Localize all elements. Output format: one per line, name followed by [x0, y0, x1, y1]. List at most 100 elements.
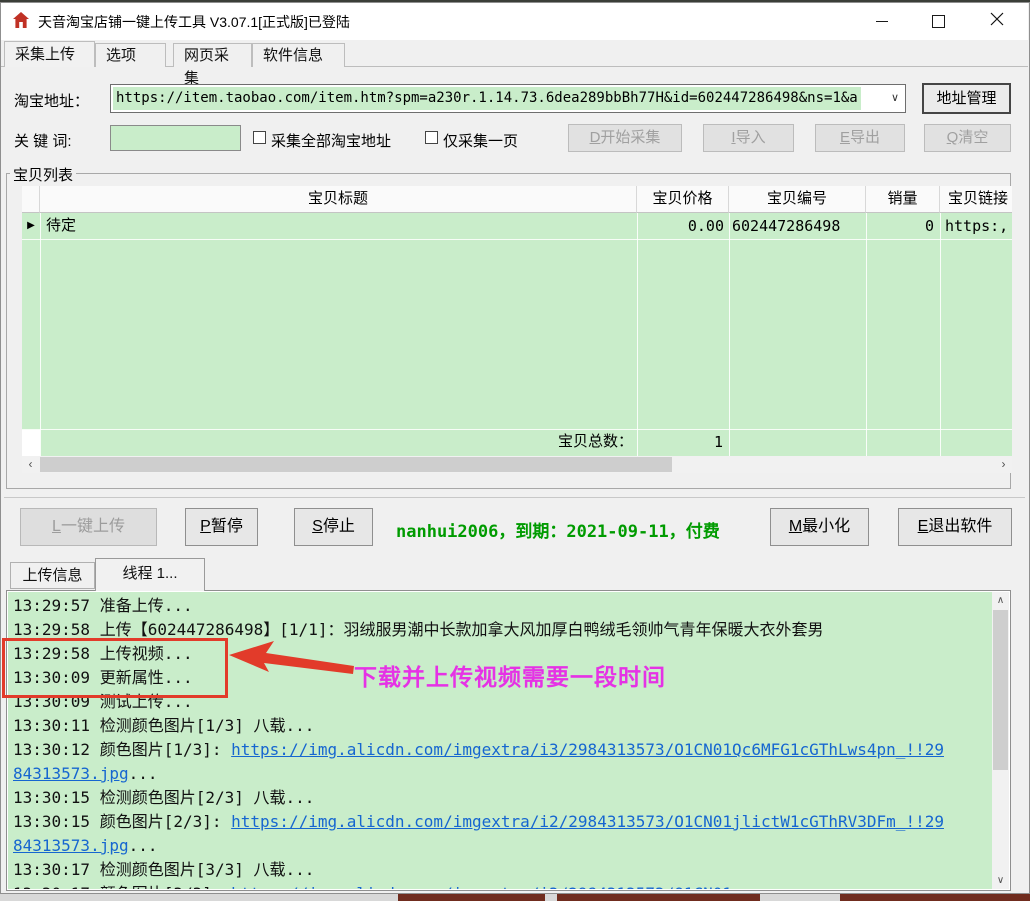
collect-all-label: 采集全部淘宝地址 — [271, 130, 391, 151]
log-text: 13:30:11 检测颜色图片[1/3] 八载... — [13, 716, 314, 735]
column-header-rowmark — [22, 186, 40, 213]
tab-options[interactable]: 选项 — [95, 43, 166, 67]
row-separator — [22, 239, 1012, 240]
button-label: 暂停 — [211, 518, 243, 535]
hotkey: S — [312, 518, 323, 535]
dropdown-arrow-icon[interactable]: ∨ — [887, 87, 903, 110]
clear-button[interactable]: Q清空 — [924, 124, 1011, 152]
log-text: 13:29:58 上传【602447286498】[1/1]：羽绒服男潮中长款加… — [13, 620, 823, 639]
stop-button[interactable]: S停止 — [294, 508, 373, 546]
log-viewport[interactable]: 13:29:57 准备上传... 13:29:58 上传【60244728649… — [8, 592, 992, 889]
total-label: 宝贝总数： — [340, 429, 633, 455]
log-link[interactable]: https://img.alicdn.com/imgextra/i3/29843… — [231, 884, 761, 889]
button-label: 一键上传 — [61, 518, 125, 535]
hotkey: M — [789, 518, 802, 535]
total-value: 1 — [637, 429, 725, 455]
close-icon — [990, 12, 1004, 31]
hotkey: L — [52, 518, 61, 535]
tab-label: 选项 — [106, 47, 136, 64]
column-divider — [40, 213, 41, 456]
total-row-header-cell — [22, 430, 40, 456]
product-list-title: 宝贝列表 — [10, 164, 76, 185]
row-cell-item-id[interactable]: 602447286498 — [729, 213, 866, 239]
keyword-label: 关 键 词: — [14, 130, 72, 151]
column-divider — [637, 213, 638, 456]
log-text: ... — [129, 836, 158, 855]
minimize-button[interactable] — [853, 3, 910, 40]
button-label: 清空 — [958, 129, 988, 146]
column-header-title[interactable]: 宝贝标题 — [40, 186, 637, 213]
log-text: 13:30:15 检测颜色图片[2/3] 八载... — [13, 788, 314, 807]
column-header-sales[interactable]: 销量 — [866, 186, 940, 213]
hotkey: D — [590, 129, 601, 146]
maximize-button[interactable] — [910, 3, 967, 40]
export-button[interactable]: E导出 — [815, 124, 905, 152]
one-click-upload-button[interactable]: L一键上传 — [20, 508, 157, 546]
tab-thread-1[interactable]: 线程 1... — [95, 558, 205, 591]
exit-app-button[interactable]: E退出软件 — [898, 508, 1012, 546]
keyword-input[interactable] — [110, 125, 241, 151]
window-title: 天音淘宝店铺一键上传工具 V3.07.1[正式版]已登陆 — [38, 12, 350, 32]
taobao-address-value: https://item.taobao.com/item.htm?spm=a23… — [113, 87, 861, 110]
tab-software-info[interactable]: 软件信息 — [252, 43, 345, 67]
start-collect-button[interactable]: D开始采集 — [568, 124, 682, 152]
button-label: 最小化 — [802, 518, 850, 535]
button-label: 导入 — [736, 129, 766, 146]
table-body-background — [22, 213, 1012, 456]
annotation-arrow-icon — [226, 634, 360, 689]
pause-button[interactable]: P暂停 — [185, 508, 258, 546]
scroll-left-icon[interactable]: ‹ — [22, 456, 39, 473]
row-cell-link[interactable]: https:, — [940, 213, 1012, 239]
license-status-text: nanhui2006，到期：2021-09-11，付费 — [396, 517, 720, 542]
tab-web-collect[interactable]: 网页采集 — [173, 43, 252, 67]
column-header-item-id[interactable]: 宝贝编号 — [729, 186, 866, 213]
hotkey: E — [918, 518, 929, 535]
log-text: 13:30:15 颜色图片[2/3]: — [13, 812, 231, 831]
maximize-icon — [932, 15, 945, 28]
taobao-address-combobox[interactable]: https://item.taobao.com/item.htm?spm=a23… — [110, 84, 906, 113]
column-divider — [940, 213, 941, 456]
taobao-address-label: 淘宝地址： — [14, 90, 89, 111]
button-label: 导出 — [850, 129, 880, 146]
scroll-up-icon[interactable]: ∧ — [992, 592, 1009, 609]
address-manage-button[interactable]: 地址管理 — [922, 83, 1011, 114]
row-cell-title[interactable]: 待定 — [40, 213, 637, 239]
log-text: 13:30:17 检测颜色图片[3/3] 八载... — [13, 860, 314, 879]
column-header-link[interactable]: 宝贝链接 — [940, 186, 1012, 213]
column-divider — [866, 213, 867, 456]
hotkey: Q — [947, 129, 959, 146]
background-window-fragment — [398, 894, 545, 901]
column-header-price[interactable]: 宝贝价格 — [637, 186, 729, 213]
collect-all-checkbox[interactable] — [253, 131, 266, 144]
log-line: 13:30:17 检测颜色图片[3/3] 八载... — [13, 858, 947, 882]
button-label: 开始采集 — [600, 129, 660, 146]
row-cell-sales[interactable]: 0 — [866, 213, 940, 239]
hotkey: E — [840, 129, 850, 146]
log-text: 13:30:17 颜色图片[3/3]: — [13, 884, 231, 889]
log-text: ... — [129, 764, 158, 783]
tab-label: 软件信息 — [263, 47, 323, 64]
row-cell-price[interactable]: 0.00 — [637, 213, 729, 239]
minimize-icon — [876, 21, 888, 22]
scroll-down-icon[interactable]: ∨ — [992, 872, 1009, 889]
log-line: 13:30:15 颜色图片[2/3]: https://img.alicdn.c… — [13, 810, 947, 858]
annotation-note-text: 下载并上传视频需要一段时间 — [354, 658, 666, 692]
button-label: 退出软件 — [928, 518, 992, 535]
app-icon — [12, 11, 30, 29]
log-line: 13:30:12 颜色图片[1/3]: https://img.alicdn.c… — [13, 738, 947, 786]
one-page-checkbox[interactable] — [425, 131, 438, 144]
log-vscrollbar-thumb[interactable] — [993, 610, 1008, 770]
import-button[interactable]: I导入 — [703, 124, 794, 152]
log-text: 13:30:12 颜色图片[1/3]: — [13, 740, 231, 759]
scroll-right-icon[interactable]: › — [995, 456, 1012, 473]
one-page-label: 仅采集一页 — [443, 130, 518, 151]
log-line: 13:30:17 颜色图片[3/3]: https://img.alicdn.c… — [13, 882, 947, 889]
tab-collect-upload[interactable]: 采集上传 — [4, 41, 95, 67]
close-button[interactable] — [967, 3, 1027, 40]
hotkey: P — [200, 518, 211, 535]
background-window-fragment — [557, 894, 760, 901]
tab-upload-info[interactable]: 上传信息 — [10, 562, 95, 589]
current-row-icon: ▶ — [22, 213, 40, 239]
minimize-app-button[interactable]: M最小化 — [770, 508, 869, 546]
table-hscrollbar-thumb[interactable] — [40, 457, 672, 472]
